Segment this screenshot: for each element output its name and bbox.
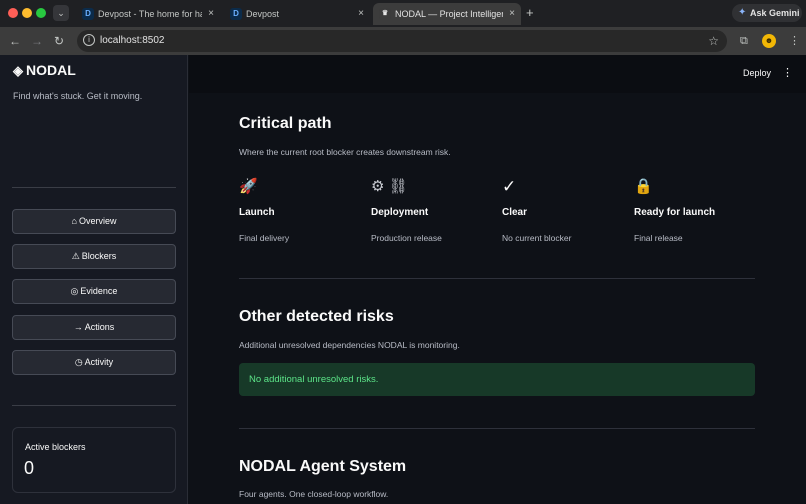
sidebar-item-blockers[interactable]: ⚠ Blockers — [12, 244, 176, 269]
warning-icon: ⚠ — [71, 251, 80, 261]
sidebar-item-label: Activity — [84, 357, 114, 367]
step-description: No current blocker — [502, 233, 572, 243]
arrow-right-icon: → — [73, 322, 83, 332]
address-bar[interactable]: i localhost:8502 ☆ — [77, 30, 727, 52]
checkmark-icon: ✓ — [502, 177, 517, 196]
step-name: Launch — [239, 207, 275, 218]
tab-close-icon[interactable]: × — [208, 3, 214, 25]
sidebar-item-label: Actions — [84, 322, 115, 332]
site-info-icon[interactable]: i — [83, 34, 95, 46]
app-logo: ◈ NODAL — [13, 62, 76, 79]
browser-toolbar: ← → ↻ i localhost:8502 ☆ ⧉ ☻ ⋮ — [0, 27, 806, 55]
window-zoom-button[interactable] — [36, 8, 46, 18]
url-text[interactable]: localhost:8502 — [100, 30, 165, 52]
agent-system-subtitle: Four agents. One closed-loop workflow. — [239, 489, 389, 499]
browser-menu-icon[interactable]: ⋮ — [789, 34, 800, 48]
deploy-button[interactable]: Deploy — [743, 68, 771, 78]
gemini-sparkle-icon: ✦ — [738, 7, 747, 18]
rocket-icon: 🚀 — [239, 178, 258, 195]
step-name: Deployment — [371, 207, 429, 218]
tab-nodal[interactable]: ♛ NODAL — Project Intelligence × — [373, 3, 521, 25]
gear-link-icon: ⚙ ⛓ — [371, 178, 408, 195]
tab-search-icon[interactable]: ⌄ — [53, 5, 69, 21]
step-name: Ready for launch — [634, 207, 716, 218]
app-header — [189, 55, 806, 93]
window-close-button[interactable] — [8, 8, 18, 18]
sidebar-item-actions[interactable]: → Actions — [12, 315, 176, 340]
window-minimize-button[interactable] — [22, 8, 32, 18]
metric-value: 0 — [24, 458, 35, 478]
clock-icon: ◷ — [74, 357, 83, 367]
section-divider — [239, 278, 755, 279]
bookmark-star-icon[interactable]: ☆ — [708, 32, 719, 50]
sidebar-divider — [12, 405, 176, 406]
ask-gemini-button[interactable]: ✦ Ask Gemini — [732, 4, 802, 22]
active-blockers-metric: Active blockers 0 — [12, 427, 176, 493]
browser-tab-bar: ⌄ D Devpost - The home for hack × D Devp… — [0, 0, 806, 27]
other-risks-subtitle: Additional unresolved dependencies NODAL… — [239, 340, 460, 350]
no-risks-alert: No additional unresolved risks. — [239, 363, 755, 396]
sidebar-item-evidence[interactable]: ◎ Evidence — [12, 279, 176, 304]
step-description: Final delivery — [239, 233, 290, 243]
sidebar-item-label: Evidence — [80, 286, 118, 296]
devpost-favicon-icon: D — [230, 8, 242, 20]
tab-close-icon[interactable]: × — [358, 3, 364, 25]
sidebar-item-label: Overview — [78, 216, 117, 226]
reload-icon[interactable]: ↻ — [54, 33, 64, 49]
step-description: Final release — [634, 233, 683, 243]
tab-title: NODAL — Project Intelligence — [395, 9, 503, 19]
target-icon: ◎ — [70, 286, 79, 296]
tab-title: Devpost — [246, 9, 280, 19]
diamond-logo-icon: ◈ — [13, 63, 23, 78]
sidebar-divider — [12, 187, 176, 188]
logo-text: NODAL — [26, 62, 76, 78]
critical-path-subtitle: Where the current root blocker creates d… — [239, 147, 451, 157]
app-tagline: Find what's stuck. Get it moving. — [13, 91, 143, 101]
lock-icon: 🔒 — [634, 178, 653, 195]
metric-label: Active blockers — [25, 442, 86, 452]
sidebar-item-label: Blockers — [81, 251, 117, 261]
tab-title: Devpost - The home for hack — [98, 9, 202, 19]
app-menu-icon[interactable]: ⋮ — [782, 66, 793, 80]
extensions-icon[interactable]: ⧉ — [740, 34, 748, 48]
devpost-favicon-icon: D — [82, 8, 94, 20]
back-arrow-icon[interactable]: ← — [9, 33, 21, 49]
step-description: Production release — [371, 233, 442, 243]
crown-icon: ♛ — [379, 8, 391, 20]
step-name: Clear — [502, 207, 528, 218]
sidebar-item-overview[interactable]: ⌂ Overview — [12, 209, 176, 234]
section-divider — [239, 428, 755, 429]
agent-system-title: NODAL Agent System — [239, 458, 407, 475]
tab-devpost[interactable]: D Devpost × — [224, 3, 370, 25]
home-icon: ⌂ — [71, 216, 77, 226]
other-risks-title: Other detected risks — [239, 308, 394, 325]
tab-close-icon[interactable]: × — [509, 3, 515, 25]
forward-arrow-icon[interactable]: → — [31, 33, 43, 49]
new-tab-button[interactable]: + — [526, 5, 534, 21]
tab-devpost-home[interactable]: D Devpost - The home for hack × — [76, 3, 220, 25]
ask-gemini-label: Ask Gemini — [750, 8, 800, 18]
profile-avatar-icon[interactable]: ☻ — [762, 34, 776, 48]
critical-path-title: Critical path — [239, 115, 332, 132]
sidebar-item-activity[interactable]: ◷ Activity — [12, 350, 176, 375]
